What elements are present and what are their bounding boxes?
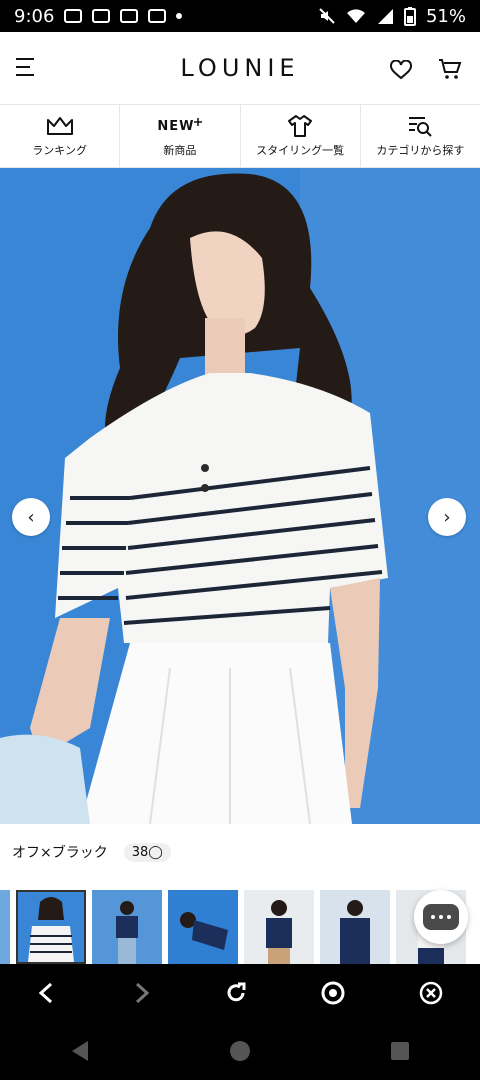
thumbnail-item[interactable] bbox=[244, 890, 314, 964]
shirt-icon bbox=[287, 114, 313, 138]
status-time: 9:06 bbox=[14, 5, 55, 27]
nav-category-search[interactable]: カテゴリから探す bbox=[361, 105, 480, 167]
model-photo bbox=[0, 168, 480, 824]
new-badge-text: NEW bbox=[157, 118, 195, 134]
line-icon bbox=[120, 9, 139, 23]
size-label: 38 bbox=[131, 844, 149, 860]
thumbnail-item[interactable] bbox=[92, 890, 162, 964]
color-name[interactable]: オフ×ブラック bbox=[12, 842, 108, 862]
forward-icon[interactable] bbox=[131, 982, 151, 1004]
status-bar: 9:06 51% bbox=[0, 0, 480, 32]
chevron-left-icon: ‹ bbox=[27, 506, 35, 528]
new-badge-icon: NEW bbox=[157, 114, 203, 138]
status-right: 51% bbox=[318, 6, 466, 27]
battery-percent: 51% bbox=[425, 5, 466, 27]
notification-dot-icon bbox=[176, 13, 183, 19]
thumbnail-item-selected[interactable] bbox=[16, 890, 86, 964]
heart-icon[interactable] bbox=[390, 60, 412, 80]
color-size-row: オフ×ブラック 38◯ bbox=[12, 842, 171, 862]
back-triangle-icon[interactable] bbox=[70, 1040, 90, 1062]
nav-styling-list[interactable]: スタイリング一覧 bbox=[241, 105, 361, 167]
browser-toolbar bbox=[0, 964, 480, 1022]
thumbnail-strip bbox=[0, 890, 480, 964]
nav-new-items[interactable]: NEW 新商品 bbox=[120, 105, 241, 167]
nav-new-items-label: 新商品 bbox=[163, 144, 197, 157]
thumbnail-item[interactable] bbox=[0, 890, 10, 964]
carousel-prev-button[interactable]: ‹ bbox=[12, 498, 50, 536]
size-availability-icon: ◯ bbox=[148, 844, 163, 860]
youtube-icon bbox=[92, 9, 111, 23]
category-search-icon bbox=[407, 114, 433, 138]
chat-bubble-icon bbox=[423, 904, 459, 930]
nav-category-search-label: カテゴリから探す bbox=[376, 144, 465, 157]
home-circle-icon[interactable] bbox=[229, 1040, 251, 1062]
signal-icon bbox=[377, 9, 393, 24]
nav-styling-list-label: スタイリング一覧 bbox=[256, 144, 345, 157]
reload-icon[interactable] bbox=[225, 982, 247, 1004]
app-header: LOUNIE bbox=[0, 32, 480, 105]
crown-icon bbox=[46, 114, 74, 138]
uniqlo-icon bbox=[64, 9, 83, 23]
thumbnail-item[interactable] bbox=[320, 890, 390, 964]
system-nav-bar bbox=[0, 1022, 480, 1080]
nav-ranking[interactable]: ランキング bbox=[0, 105, 121, 167]
youtube-icon bbox=[148, 9, 167, 23]
chrome-icon[interactable] bbox=[321, 981, 345, 1005]
category-nav: ランキング NEW 新商品 スタイリング一覧 カテゴリから探す bbox=[0, 105, 480, 168]
close-icon[interactable] bbox=[419, 981, 443, 1005]
product-hero-image[interactable]: ‹ › bbox=[0, 168, 480, 824]
carousel-next-button[interactable]: › bbox=[428, 498, 466, 536]
size-badge[interactable]: 38◯ bbox=[123, 842, 171, 862]
status-left: 9:06 bbox=[14, 5, 183, 27]
wifi-icon bbox=[346, 9, 365, 23]
recents-square-icon[interactable] bbox=[390, 1041, 410, 1061]
nav-ranking-label: ランキング bbox=[32, 144, 87, 157]
thumbnail-item[interactable] bbox=[168, 890, 238, 964]
back-icon[interactable] bbox=[37, 982, 57, 1004]
mute-icon bbox=[319, 8, 335, 24]
cart-icon[interactable] bbox=[438, 58, 462, 80]
chat-button[interactable] bbox=[414, 890, 468, 944]
battery-icon bbox=[403, 7, 416, 26]
chevron-right-icon: › bbox=[443, 506, 451, 528]
